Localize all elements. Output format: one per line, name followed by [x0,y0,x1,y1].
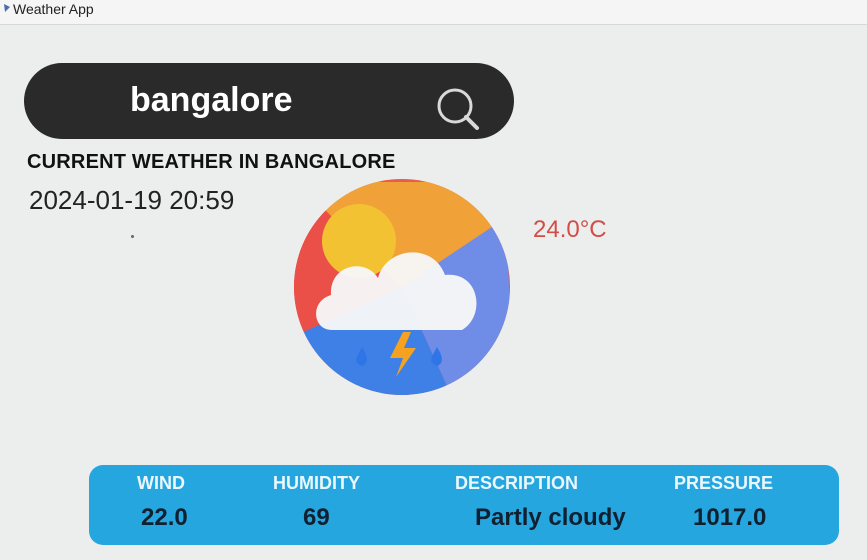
window-title: Weather App [13,1,94,17]
search-icon[interactable] [435,86,481,132]
weather-datetime: 2024-01-19 20:59 [29,185,235,215]
description-label: DESCRIPTION [455,473,579,493]
window-titlebar: Weather App [0,0,867,25]
pressure-label: PRESSURE [674,473,774,493]
pressure-value: 1017.0 [693,504,767,531]
temperature: 24.0°C [533,216,607,243]
weather-app-window: Weather App CURRENT WEATHER IN BANGALORE… [0,0,867,560]
weather-details-panel: WIND HUMIDITY DESCRIPTION PRESSURE 22.0 … [89,465,839,545]
description-value: Partly cloudy [475,504,626,531]
search-input[interactable] [122,77,408,123]
current-weather-heading: CURRENT WEATHER IN BANGALORE [27,151,396,173]
humidity-value: 69 [303,504,330,531]
humidity-label: HUMIDITY [273,473,360,493]
wind-value: 22.0 [141,504,188,531]
feather-icon [4,4,10,12]
decorative-dot [131,235,134,238]
wind-label: WIND [137,473,185,493]
cloud-sun-rain-storm-icon [294,179,510,395]
